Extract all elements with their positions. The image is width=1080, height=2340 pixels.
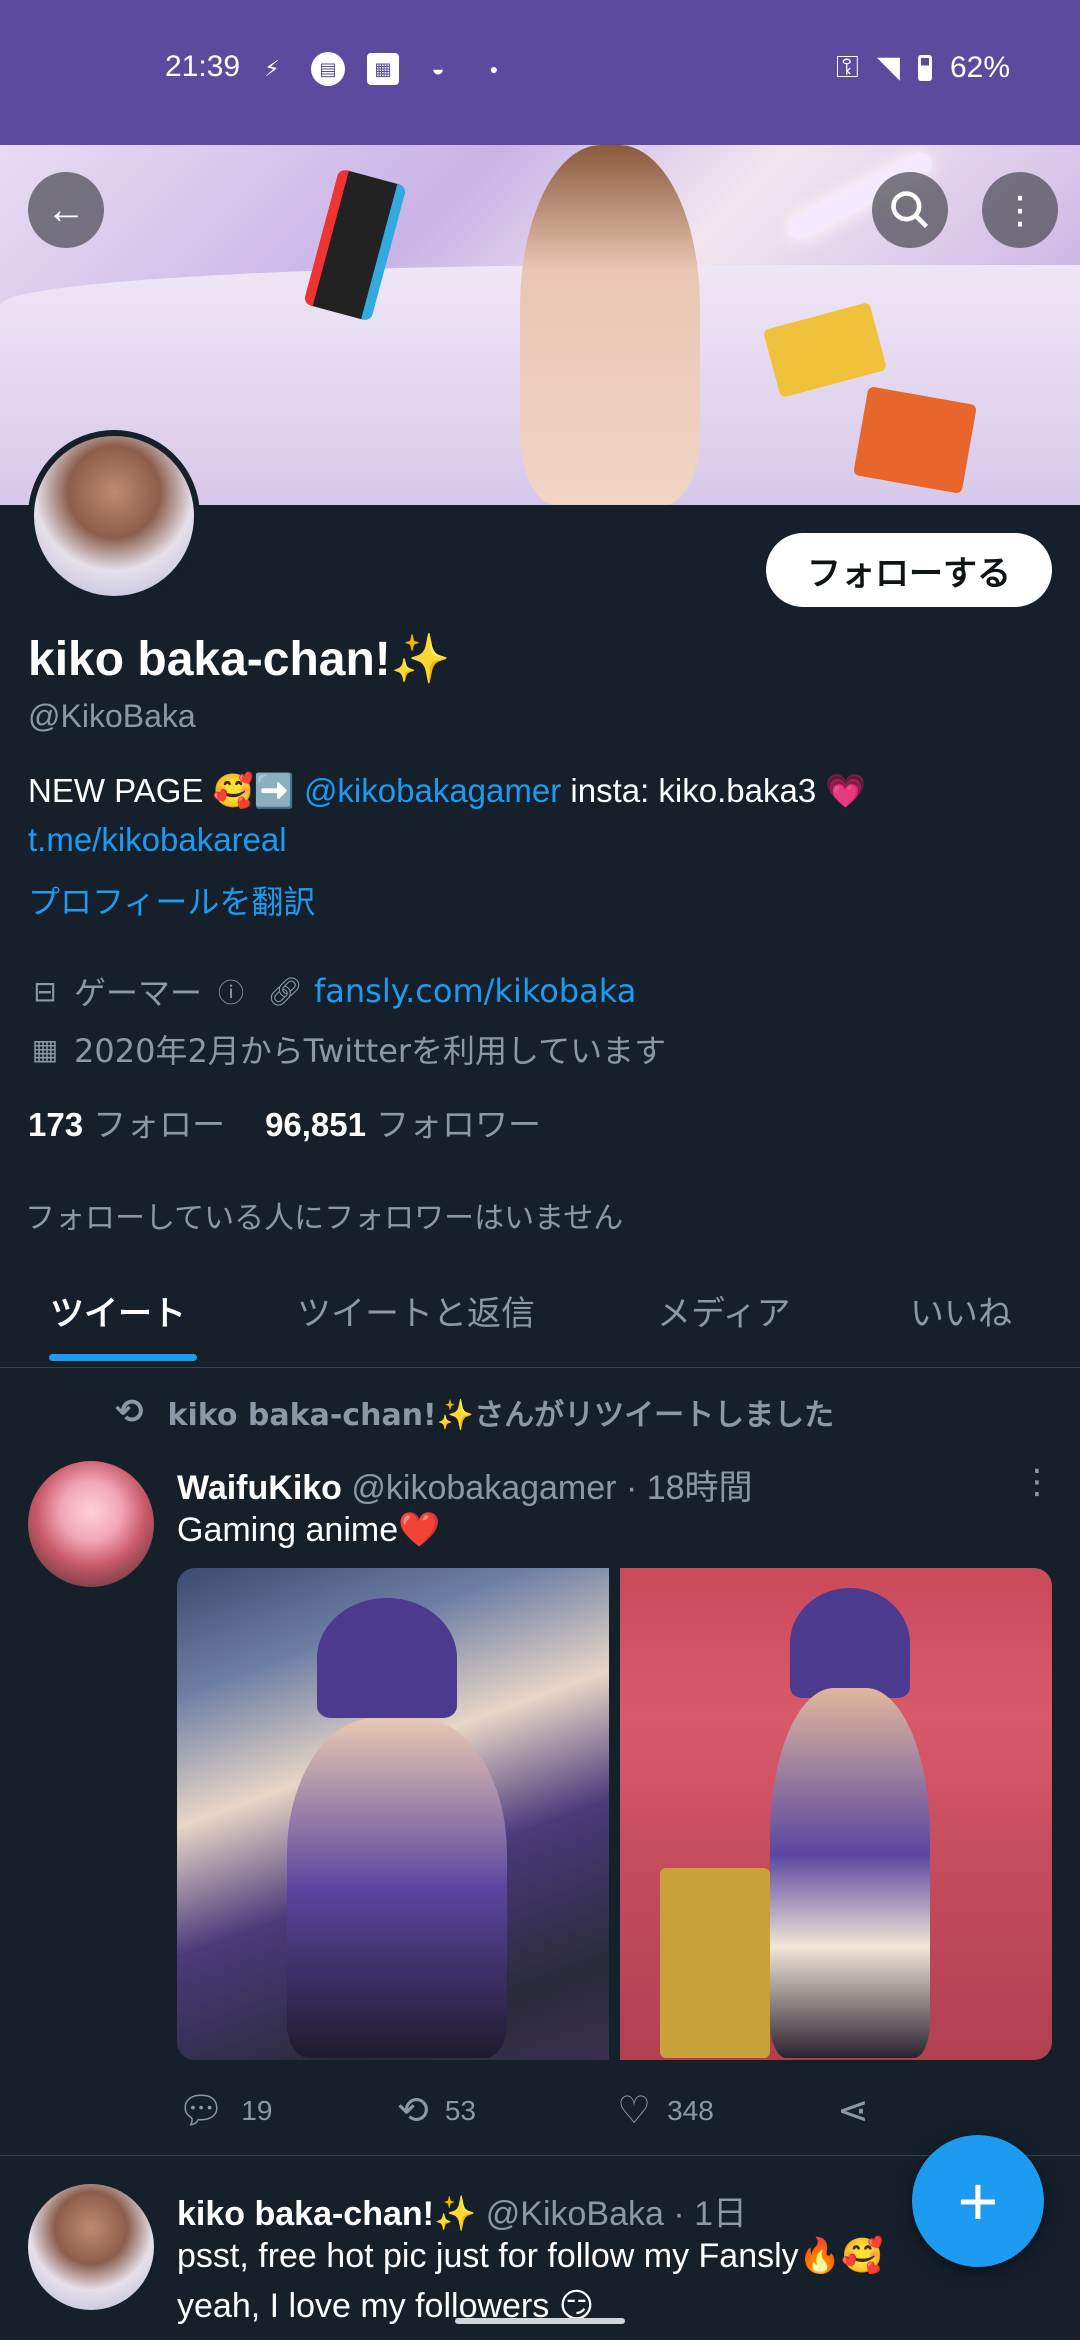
followers-count: 96,851: [265, 1106, 366, 1143]
retweet-count: 53: [444, 2094, 476, 2126]
tweet-text: psst, free hot pic just for follow my Fa…: [177, 2237, 884, 2275]
tweet-header: WaifuKiko @kikobakagamer · 18時間: [177, 1460, 753, 1509]
link-icon: 🔗︎: [267, 974, 303, 1008]
status-bar: 21:39 ⚡ ▤ ▦ ◒ ● ⚿ ◥ 62%: [0, 0, 1080, 145]
notification-icons: ⚡ ▤ ▦ ◒ ●: [255, 52, 511, 86]
reply-count: 19: [241, 2094, 273, 2126]
tab-tweets-and-replies[interactable]: ツイートと返信: [297, 1286, 535, 1335]
tweet-time: · 1日: [673, 2195, 748, 2233]
profile-handle: @KikoBaka: [28, 698, 196, 734]
profile-meta-row: ⊟ ゲーマー ⓘ 🔗︎ fansly.com/kikobaka: [28, 968, 636, 1014]
reply-button[interactable]: 💬︎ 19: [177, 2088, 397, 2133]
retweet-notice: ⟲ kiko baka-chan!✨さんがリツイートしました: [115, 1390, 834, 1434]
followers-label: フォロワー: [376, 1105, 541, 1144]
profile-joined-row: ▦ 2020年2月からTwitterを利用しています: [28, 1026, 666, 1072]
tab-likes[interactable]: いいね: [910, 1286, 1012, 1335]
battery-percent: 62%: [949, 50, 1010, 84]
tweet-more-icon[interactable]: ⋮: [1020, 1462, 1054, 1502]
translate-profile-link[interactable]: プロフィールを翻訳: [28, 877, 315, 923]
tweet-image-1[interactable]: [177, 1568, 609, 2060]
share-icon: ⋖: [837, 2090, 869, 2132]
retweet-button[interactable]: ⟲ 53: [397, 2088, 617, 2133]
battery-icon: [917, 54, 932, 81]
info-icon[interactable]: ⓘ: [214, 974, 248, 1009]
retweet-icon: ⟲: [115, 1392, 144, 1432]
bio-mention-link[interactable]: @kikobakagamer: [304, 772, 561, 809]
tweet-author-name[interactable]: WaifuKiko: [177, 1469, 342, 1507]
tweet-header: kiko baka-chan!✨ @KikoBaka · 1日: [177, 2186, 747, 2235]
profile-bio: NEW PAGE 🥰➡️ @kikobakagamer insta: kiko.…: [28, 766, 1058, 864]
more-vertical-icon: ⋮: [1001, 189, 1039, 232]
game-notification-icon: ◒: [431, 56, 445, 81]
network-activity-icon: ⚡: [264, 56, 280, 81]
banner-person-shape: [520, 145, 700, 505]
app-notification-icon: ▤: [311, 52, 345, 86]
like-count: 348: [667, 2094, 714, 2126]
following-count-link[interactable]: 173 フォロー: [28, 1098, 225, 1146]
like-button[interactable]: ♡ 348: [617, 2088, 837, 2133]
tweet-author-avatar[interactable]: [28, 2184, 154, 2310]
follow-counts: 173 フォロー 96,851 フォロワー: [28, 1098, 541, 1146]
home-indicator[interactable]: [455, 2318, 625, 2324]
reply-icon: 💬︎: [177, 2089, 226, 2132]
search-button[interactable]: [872, 172, 948, 248]
profile-avatar[interactable]: [28, 430, 200, 602]
search-icon: [891, 191, 929, 229]
tweet-author-handle[interactable]: @kikobakagamer: [351, 1469, 616, 1507]
calendar-icon: ▦: [31, 1032, 59, 1066]
bio-text-middle: insta: kiko.baka3 💗: [561, 772, 867, 809]
briefcase-icon: ⊟: [33, 974, 57, 1008]
tweet-text: Gaming anime❤️: [177, 1511, 441, 1549]
retweet-notice-text: kiko baka-chan!✨さんがリツイートしました: [167, 1398, 835, 1433]
share-button[interactable]: ⋖: [837, 2088, 1057, 2133]
tab-tweets[interactable]: ツイート: [50, 1286, 186, 1335]
system-status: ⚿ ◥ 62%: [836, 50, 1010, 85]
bio-external-link[interactable]: t.me/kikobakareal: [28, 821, 287, 858]
more-options-button[interactable]: ⋮: [982, 172, 1058, 248]
more-notifications-dot-icon: ●: [489, 61, 499, 77]
bio-text-prefix: NEW PAGE 🥰➡️: [28, 772, 304, 809]
follow-button[interactable]: フォローする: [766, 533, 1052, 607]
vpn-key-icon: ⚿: [836, 50, 859, 84]
profile-website-link[interactable]: fansly.com/kikobaka: [314, 972, 636, 1010]
followers-count-link[interactable]: 96,851 フォロワー: [265, 1098, 541, 1146]
wifi-icon: ◥: [876, 51, 900, 84]
heart-icon: ♡: [617, 2090, 652, 2132]
tweet-divider: [0, 2155, 1080, 2156]
arrow-left-icon: ←: [46, 187, 86, 232]
following-label: フォロー: [93, 1105, 226, 1144]
active-tab-indicator: [49, 1354, 197, 1361]
tweet-time: · 18時間: [625, 1469, 753, 1507]
profile-category: ゲーマー: [74, 974, 203, 1012]
plus-icon: +: [957, 2162, 999, 2240]
tweet-author-name[interactable]: kiko baka-chan!✨: [177, 2195, 476, 2233]
tab-media[interactable]: メディア: [657, 1286, 791, 1335]
compose-tweet-button[interactable]: +: [912, 2135, 1044, 2267]
tweet-actions: 💬︎ 19 ⟲ 53 ♡ 348 ⋖: [177, 2088, 1057, 2133]
display-name: kiko baka-chan!✨: [28, 633, 451, 686]
tweet-image-2[interactable]: [620, 1568, 1052, 2060]
status-time: 21:39: [165, 50, 241, 83]
profile-tabs: ツイート ツイートと返信 メディア いいね: [0, 1258, 1080, 1368]
mutual-followers-note: フォローしている人にフォロワーはいません: [25, 1201, 624, 1236]
profile-joined-date: 2020年2月からTwitterを利用しています: [74, 1032, 667, 1070]
calendar-notification-icon: ▦: [367, 53, 399, 85]
following-count: 173: [28, 1106, 84, 1143]
tweet-author-handle[interactable]: @KikoBaka: [486, 2195, 664, 2233]
back-button[interactable]: ←: [28, 172, 104, 248]
tweet-author-avatar[interactable]: [28, 1461, 154, 1587]
retweet-icon: ⟲: [397, 2090, 429, 2132]
